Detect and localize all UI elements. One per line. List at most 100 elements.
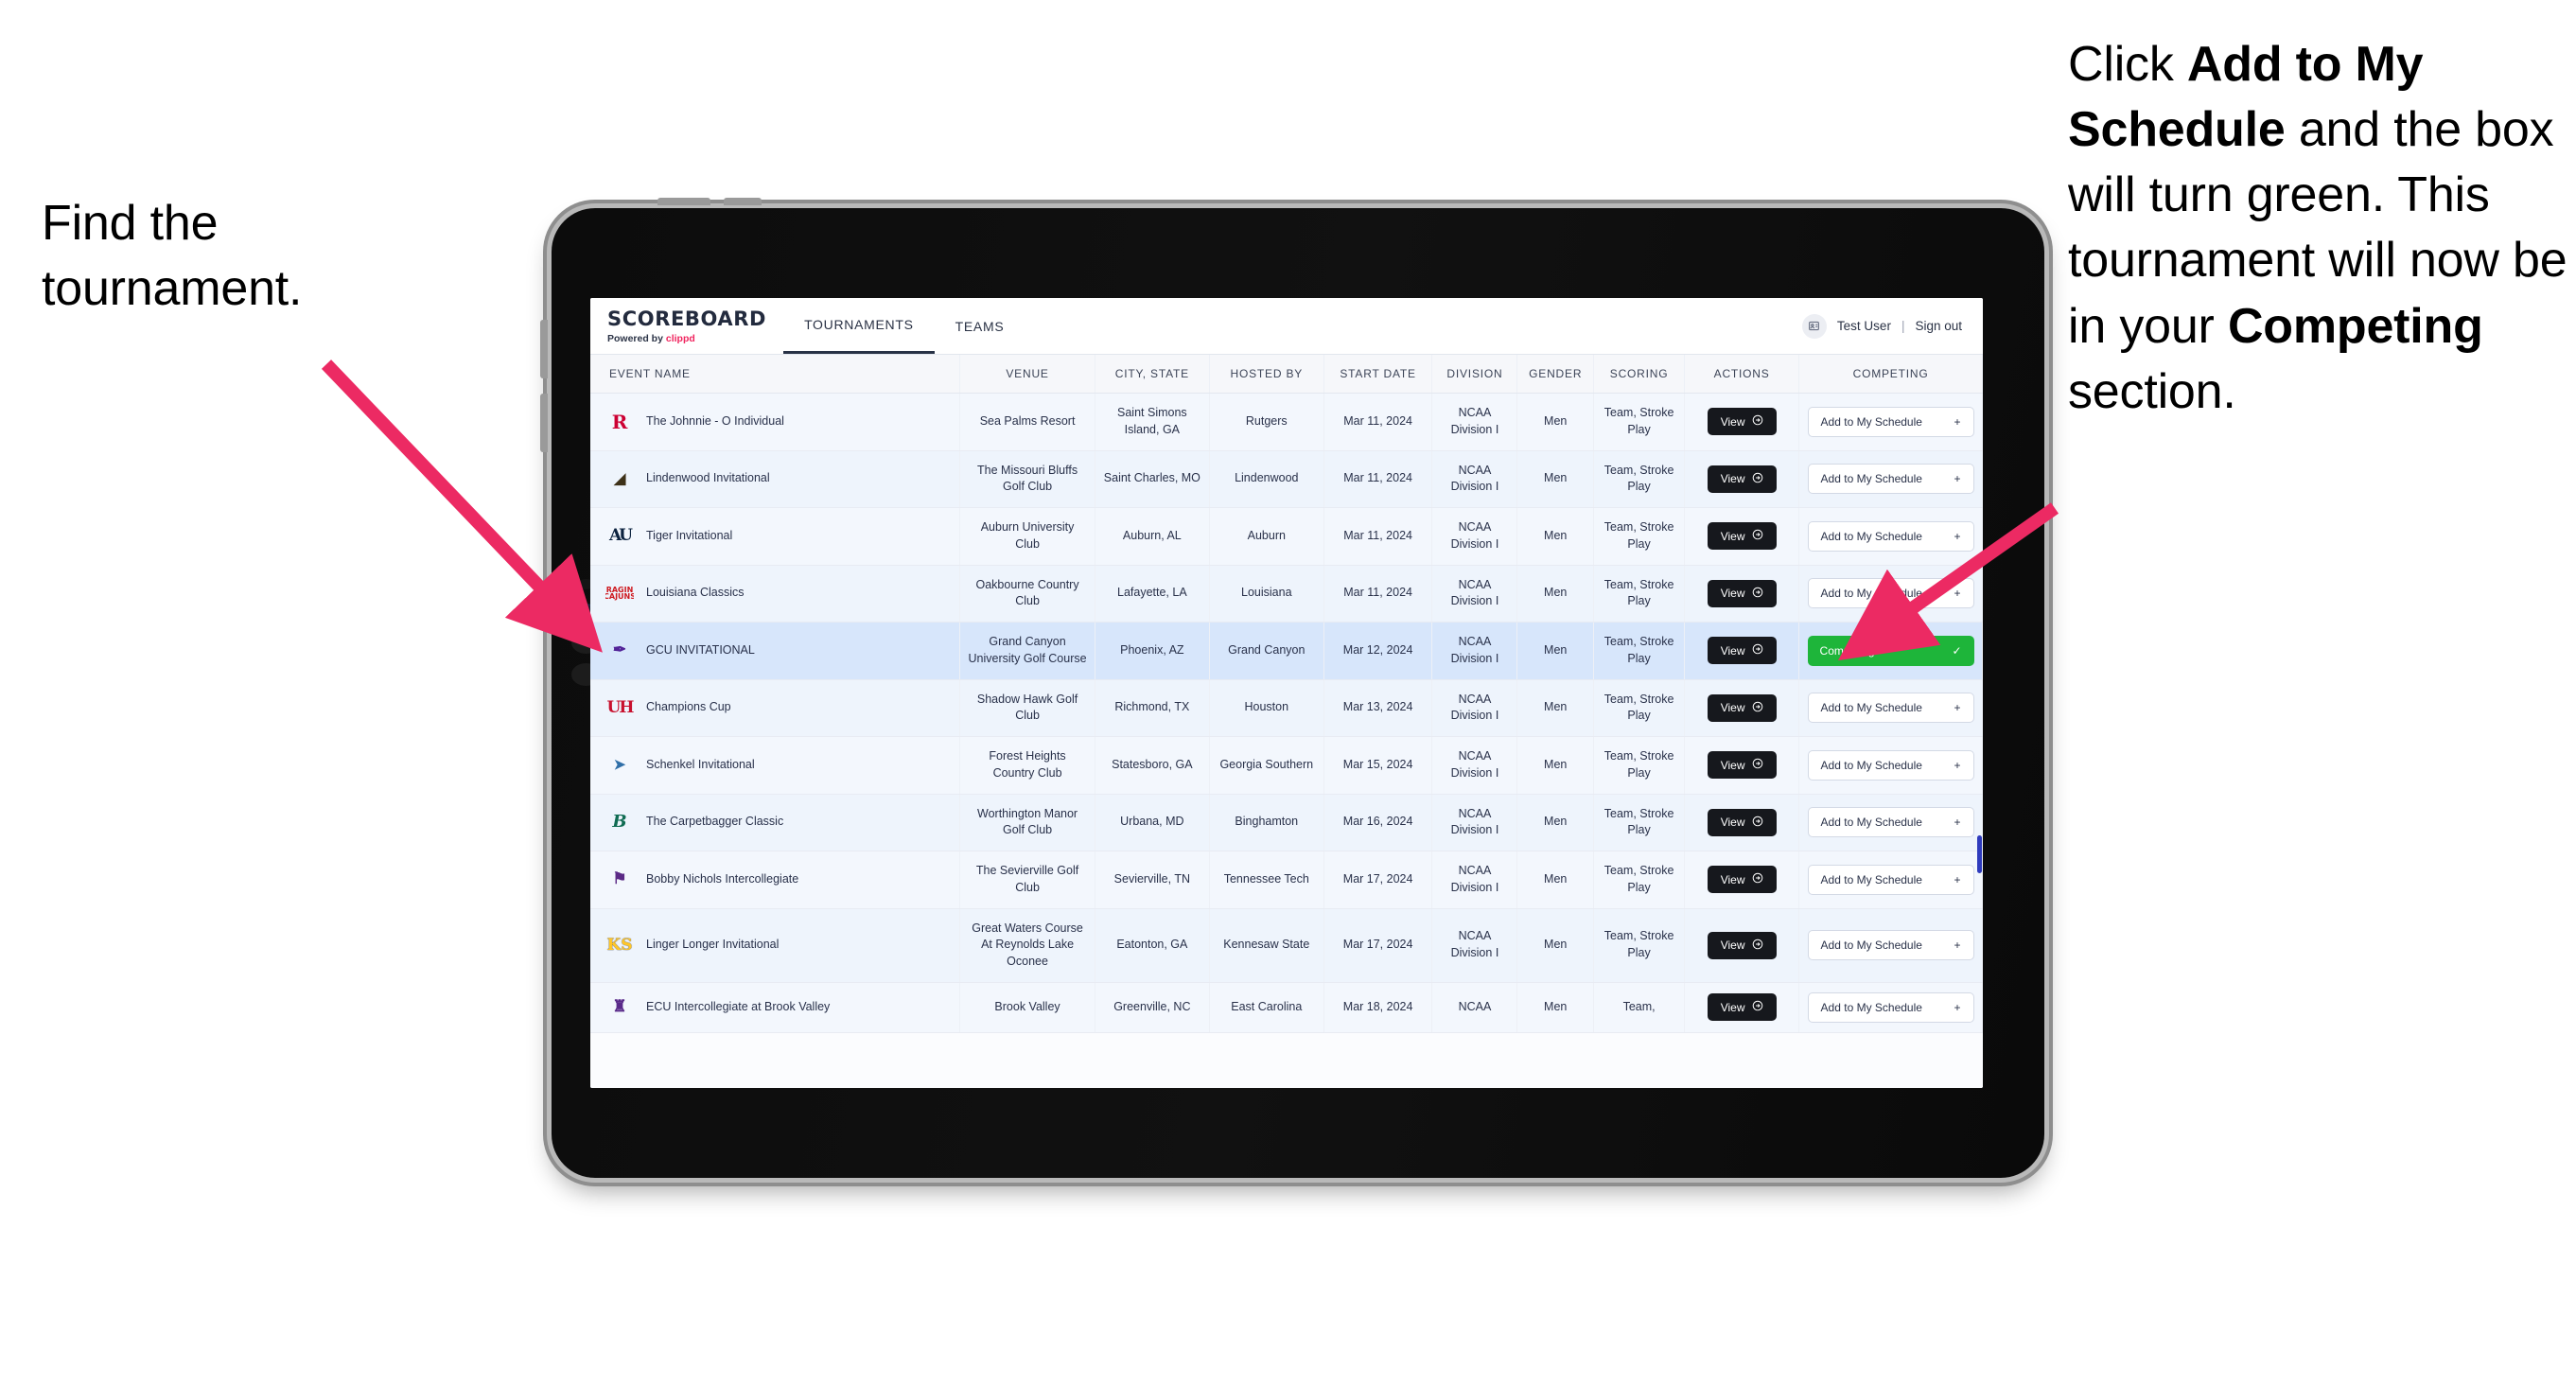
view-button[interactable]: View xyxy=(1707,408,1777,436)
annotation-right-pre: Click xyxy=(2068,37,2187,92)
tournaments-table-container[interactable]: EVENT NAME VENUE CITY, STATE HOSTED BY S… xyxy=(590,355,1983,1088)
cell-actions: View xyxy=(1684,736,1800,795)
arrow-circle-right-icon xyxy=(1752,587,1763,601)
cell-city-state: Richmond, TX xyxy=(1095,679,1210,737)
column-header-start-date[interactable]: START DATE xyxy=(1323,355,1433,394)
column-header-event-name[interactable]: EVENT NAME xyxy=(590,355,961,394)
column-header-actions[interactable]: ACTIONS xyxy=(1684,355,1800,394)
column-header-venue[interactable]: VENUE xyxy=(959,355,1095,394)
table-row[interactable]: ⚑ Bobby Nichols Intercollegiate The Sevi… xyxy=(590,851,1983,909)
cell-gender: Men xyxy=(1516,679,1595,737)
column-header-scoring[interactable]: SCORING xyxy=(1593,355,1686,394)
view-button[interactable]: View xyxy=(1707,579,1777,607)
add-to-my-schedule-label: Add to My Schedule xyxy=(1820,529,1922,543)
table-row[interactable]: R The Johnnie - O Individual Sea Palms R… xyxy=(590,393,1983,451)
column-header-city-state[interactable]: CITY, STATE xyxy=(1095,355,1210,394)
cell-competing: Add to My Schedule + xyxy=(1798,908,1983,983)
cell-actions: View xyxy=(1684,565,1800,623)
tab-teams[interactable]: TEAMS xyxy=(935,298,1025,354)
cell-event-name: ➤ Schenkel Invitational xyxy=(590,736,961,795)
add-to-my-schedule-button[interactable]: Add to My Schedule + xyxy=(1807,406,1974,437)
column-header-competing[interactable]: COMPETING xyxy=(1798,355,1983,394)
cell-gender: Men xyxy=(1516,851,1595,909)
cell-division: NCAA Division I xyxy=(1431,565,1518,623)
cell-competing: Add to My Schedule + xyxy=(1798,736,1983,795)
add-to-my-schedule-button[interactable]: Add to My Schedule + xyxy=(1807,520,1974,552)
auburn-team-logo-icon: AU xyxy=(608,526,633,546)
vertical-scrollbar-thumb[interactable] xyxy=(1977,835,1982,873)
table-row[interactable]: KS Linger Longer Invitational Great Wate… xyxy=(590,908,1983,983)
add-to-my-schedule-button[interactable]: Add to My Schedule + xyxy=(1807,807,1974,838)
view-button[interactable]: View xyxy=(1707,931,1777,959)
kennesaw-team-logo-icon: KS xyxy=(606,935,633,955)
column-header-hosted-by[interactable]: HOSTED BY xyxy=(1209,355,1324,394)
view-label: View xyxy=(1720,472,1745,486)
table-row[interactable]: UH Champions Cup Shadow Hawk Golf Club R… xyxy=(590,679,1983,737)
cell-event-name: KS Linger Longer Invitational xyxy=(590,908,961,983)
volume-down-button[interactable] xyxy=(540,394,548,452)
table-row[interactable]: AU Tiger Invitational Auburn University … xyxy=(590,507,1983,566)
view-button[interactable]: View xyxy=(1707,637,1777,665)
competing-badge[interactable]: Competing ✓ xyxy=(1807,635,1974,666)
column-header-division[interactable]: DIVISION xyxy=(1431,355,1518,394)
cell-event-name: RAGIN CAJUNS Louisiana Classics xyxy=(590,565,961,623)
volume-up-button[interactable] xyxy=(540,320,548,378)
tournaments-table: EVENT NAME VENUE CITY, STATE HOSTED BY S… xyxy=(590,355,1983,1033)
cell-city-state: Greenville, NC xyxy=(1095,982,1210,1033)
cell-hosted-by: Tennessee Tech xyxy=(1209,851,1324,909)
cell-venue: Grand Canyon University Golf Course xyxy=(959,622,1095,680)
add-to-my-schedule-button[interactable]: Add to My Schedule + xyxy=(1807,864,1974,895)
top-rail-button[interactable] xyxy=(724,198,762,205)
cell-hosted-by: Louisiana xyxy=(1209,565,1324,623)
cell-event-name: UH Champions Cup xyxy=(590,679,961,737)
add-to-my-schedule-label: Add to My Schedule xyxy=(1820,1000,1922,1014)
user-card-icon[interactable] xyxy=(1801,313,1827,339)
plus-icon: + xyxy=(1954,872,1961,886)
add-to-my-schedule-button[interactable]: Add to My Schedule + xyxy=(1807,991,1974,1023)
tab-tournaments[interactable]: TOURNAMENTS xyxy=(783,298,935,354)
table-row[interactable]: ✒ GCU INVITATIONAL Grand Canyon Universi… xyxy=(590,622,1983,680)
column-header-gender[interactable]: GENDER xyxy=(1516,355,1595,394)
cell-venue: Worthington Manor Golf Club xyxy=(959,794,1095,851)
cell-competing: Add to My Schedule + xyxy=(1798,851,1983,909)
cell-city-state: Sevierville, TN xyxy=(1095,851,1210,909)
cell-gender: Men xyxy=(1516,622,1595,680)
cell-start-date: Mar 18, 2024 xyxy=(1323,982,1433,1033)
event-name-text: The Carpetbagger Classic xyxy=(646,815,784,829)
table-row[interactable]: ◢ Lindenwood Invitational The Missouri B… xyxy=(590,450,1983,508)
cell-scoring: Team, Stroke Play xyxy=(1593,450,1686,508)
cell-city-state: Statesboro, GA xyxy=(1095,736,1210,795)
cell-venue: The Missouri Bluffs Golf Club xyxy=(959,450,1095,508)
view-button[interactable]: View xyxy=(1707,866,1777,894)
app-logo[interactable]: SCOREBOARD Powered by clippd xyxy=(590,298,783,354)
sign-out-link[interactable]: Sign out xyxy=(1915,319,1962,333)
add-to-my-schedule-button[interactable]: Add to My Schedule + xyxy=(1807,749,1974,781)
check-icon: ✓ xyxy=(1952,643,1962,658)
cell-event-name: AU Tiger Invitational xyxy=(590,507,961,566)
cell-competing: Add to My Schedule + xyxy=(1798,450,1983,508)
table-row[interactable]: B The Carpetbagger Classic Worthington M… xyxy=(590,794,1983,851)
plus-icon: + xyxy=(1954,701,1961,715)
cell-venue: The Sevierville Golf Club xyxy=(959,851,1095,909)
view-button[interactable]: View xyxy=(1707,751,1777,780)
user-name: Test User xyxy=(1836,319,1891,333)
add-to-my-schedule-button[interactable]: Add to My Schedule + xyxy=(1807,464,1974,495)
tab-teams-label: TEAMS xyxy=(955,318,1005,334)
add-to-my-schedule-button[interactable]: Add to My Schedule + xyxy=(1807,930,1974,961)
add-to-my-schedule-button[interactable]: Add to My Schedule + xyxy=(1807,578,1974,609)
cell-division: NCAA Division I xyxy=(1431,679,1518,737)
view-button[interactable]: View xyxy=(1707,993,1777,1022)
view-button[interactable]: View xyxy=(1707,522,1777,551)
view-button[interactable]: View xyxy=(1707,465,1777,493)
cell-scoring: Team, Stroke Play xyxy=(1593,679,1686,737)
table-row[interactable]: ➤ Schenkel Invitational Forest Heights C… xyxy=(590,736,1983,795)
table-row[interactable]: RAGIN CAJUNS Louisiana Classics Oakbourn… xyxy=(590,565,1983,623)
view-button[interactable]: View xyxy=(1707,808,1777,836)
logo-tagline-prefix: Powered by xyxy=(607,333,666,344)
view-button[interactable]: View xyxy=(1707,693,1777,722)
cell-division: NCAA Division I xyxy=(1431,393,1518,451)
cell-scoring: Team, Stroke Play xyxy=(1593,908,1686,983)
table-row[interactable]: ♜ ECU Intercollegiate at Brook Valley Br… xyxy=(590,982,1983,1033)
power-button[interactable] xyxy=(657,198,710,205)
add-to-my-schedule-button[interactable]: Add to My Schedule + xyxy=(1807,693,1974,724)
